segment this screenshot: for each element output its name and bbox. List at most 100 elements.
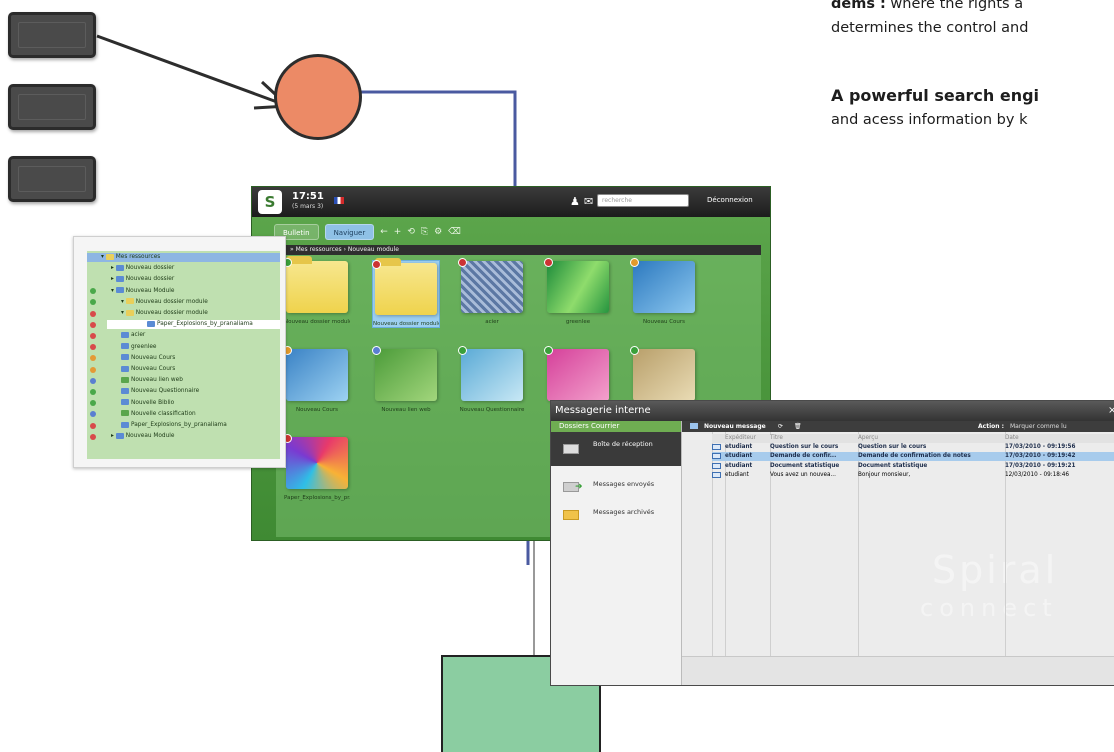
messaging-title: Messagerie interne [551,401,1114,421]
status-dot-icon [90,288,96,295]
tree-item-label: Nouveau Module [125,433,175,440]
feature-rights-bold: dems : [831,0,886,12]
tree-item-label: Nouveau dossier [125,276,175,283]
settings-icon[interactable]: ⚙ [434,227,442,237]
status-badge-icon [372,260,381,269]
resource-caption: Nouveau Cours [295,407,339,413]
tree-item-label: Nouveau Cours [131,354,176,361]
resource-caption: acier [485,319,499,325]
resource-icon [121,331,129,338]
envelope-icon [712,444,721,450]
logout-button[interactable]: Déconnexion [707,196,753,204]
file-tree-panel: ▾ Mes ressources ▸ Nouveau dossier ▸ Nouve… [73,236,286,468]
resource-icon [121,387,129,394]
messaging-toolbar: Nouveau message ⟳ 🗑 Action : Marquer com… [682,421,1114,432]
date: (5 mars 3) [292,203,324,210]
resource-icon [115,287,124,294]
resource-thumbnail [458,346,523,401]
back-icon[interactable]: ← [380,227,388,237]
app-logo[interactable]: S [258,190,282,214]
status-dot-icon [90,332,96,339]
resource-tile[interactable]: Nouveau lien web [372,346,439,413]
search-input[interactable]: recherche [597,194,689,207]
trash-icon[interactable]: 🗑 [794,421,802,432]
column-header[interactable]: Titre [770,434,858,443]
table-row[interactable]: etudiant Demande de confir... Demande de c… [712,452,1114,462]
archive-folder-icon [563,510,579,520]
feature-text-search: A powerful search engi and acess informa… [831,84,1039,132]
table-cell: Document statistique [770,462,840,469]
resource-icon [115,264,124,271]
table-cell: Bonjour monsieur, [858,472,911,479]
inbox-icon [563,444,579,454]
mail-icon[interactable]: ✉ [584,195,593,208]
breadcrumb[interactable]: » Mes ressources › Nouveau module [276,245,761,255]
add-icon[interactable]: + [394,227,402,237]
table-row[interactable]: etudiant Question sur le cours Question su… [712,443,1114,452]
diagram-hub-circle [274,54,362,140]
resource-tile[interactable]: acier [458,258,525,325]
status-dot-icon [90,299,96,306]
table-cell: 17/03/2010 - 09:19:42 [1005,453,1076,460]
table-cell: etudiant [725,472,749,479]
tree-item-label: Mes ressources [115,254,161,260]
watermark-logo: Spiral [932,548,1059,592]
new-message-button[interactable]: Nouveau message [704,421,766,432]
refresh-icon[interactable]: ⟳ [778,421,783,432]
status-badge-icon [458,258,467,267]
resource-icon [121,354,129,361]
status-dot-icon [90,422,96,429]
tree-item[interactable]: ▾ Mes ressources [87,253,280,262]
tab-naviguer[interactable]: Naviguer [324,224,375,240]
table-cell: 12/03/2010 - 09:18:46 [1005,472,1069,479]
resource-caption: Paper_Explosions_by_pr... [284,495,350,501]
mail-folders-sidebar: Dossiers Courrier Boîte de réception ➜ M… [551,421,682,685]
tree-item-label: Nouveau lien web [131,377,183,384]
tree-item-label: Paper_Explosions_by_pranaliama [131,422,227,428]
resource-icon [121,365,129,372]
copy-icon[interactable]: ⎘ [421,227,428,237]
tree-item[interactable]: Paper_Explosions_by_pranaliama [90,320,280,330]
status-dot-icon [90,355,96,362]
mail-folders-header[interactable]: Dossiers Courrier [551,421,681,432]
close-icon[interactable]: × [1108,405,1114,416]
resource-tile[interactable]: Nouveau Questionnaire [458,346,525,413]
status-dot-icon [90,321,96,328]
flag-icon[interactable] [334,197,344,204]
resource-tile[interactable]: Nouveau dossier module [372,258,440,328]
column-header[interactable]: Aperçu [858,434,1005,443]
user-icon[interactable]: ♟ [570,195,580,208]
table-row[interactable]: etudiant Document statistique Document sta… [712,462,1114,471]
status-badge-icon [630,258,639,267]
table-cell: 17/03/2010 - 09:19:21 [1005,462,1076,469]
folder-archived[interactable]: Messages archivés [551,500,681,528]
connector-line-node1 [96,34,289,108]
diagram-node-3 [8,156,96,202]
diagram-node-2 [8,84,96,130]
resource-thumbnail [544,258,609,313]
resource-tile[interactable]: Nouveau Cours [283,346,350,413]
resource-tile[interactable]: Nouveau Cours [630,258,697,325]
delete-icon[interactable]: ⌫ [448,227,461,237]
resource-icon [115,275,124,282]
resource-caption: Nouveau dossier module [284,319,350,325]
folder-inbox[interactable]: Boîte de réception [551,432,681,466]
status-dot-icon [90,344,96,351]
resource-tile[interactable]: Paper_Explosions_by_pr... [283,434,350,501]
column-header[interactable]: Date [1005,434,1114,443]
resource-tile[interactable]: Nouveau dossier module [283,256,350,325]
tree-item-label: acier [131,332,146,339]
action-label: Action : [978,423,1005,430]
folder-sent[interactable]: ➜ Messages envoyés [551,472,681,500]
resource-thumbnail [372,346,437,401]
action-select[interactable]: Marquer comme lu [1010,421,1067,432]
table-row[interactable]: etudiant Vous avez un nouvea... Bonjour mo… [712,471,1114,480]
resource-tile[interactable]: greenlee [544,258,611,325]
refresh-icon[interactable]: ⟲ [407,227,415,237]
resource-icon [121,421,129,428]
status-dot-icon [90,400,96,407]
column-header[interactable]: Expéditeur [725,434,770,443]
resource-icon [121,343,129,350]
messaging-window: Messagerie interne × Dossiers Courrier B… [550,400,1114,686]
table-cell: Question sur le cours [770,444,839,450]
